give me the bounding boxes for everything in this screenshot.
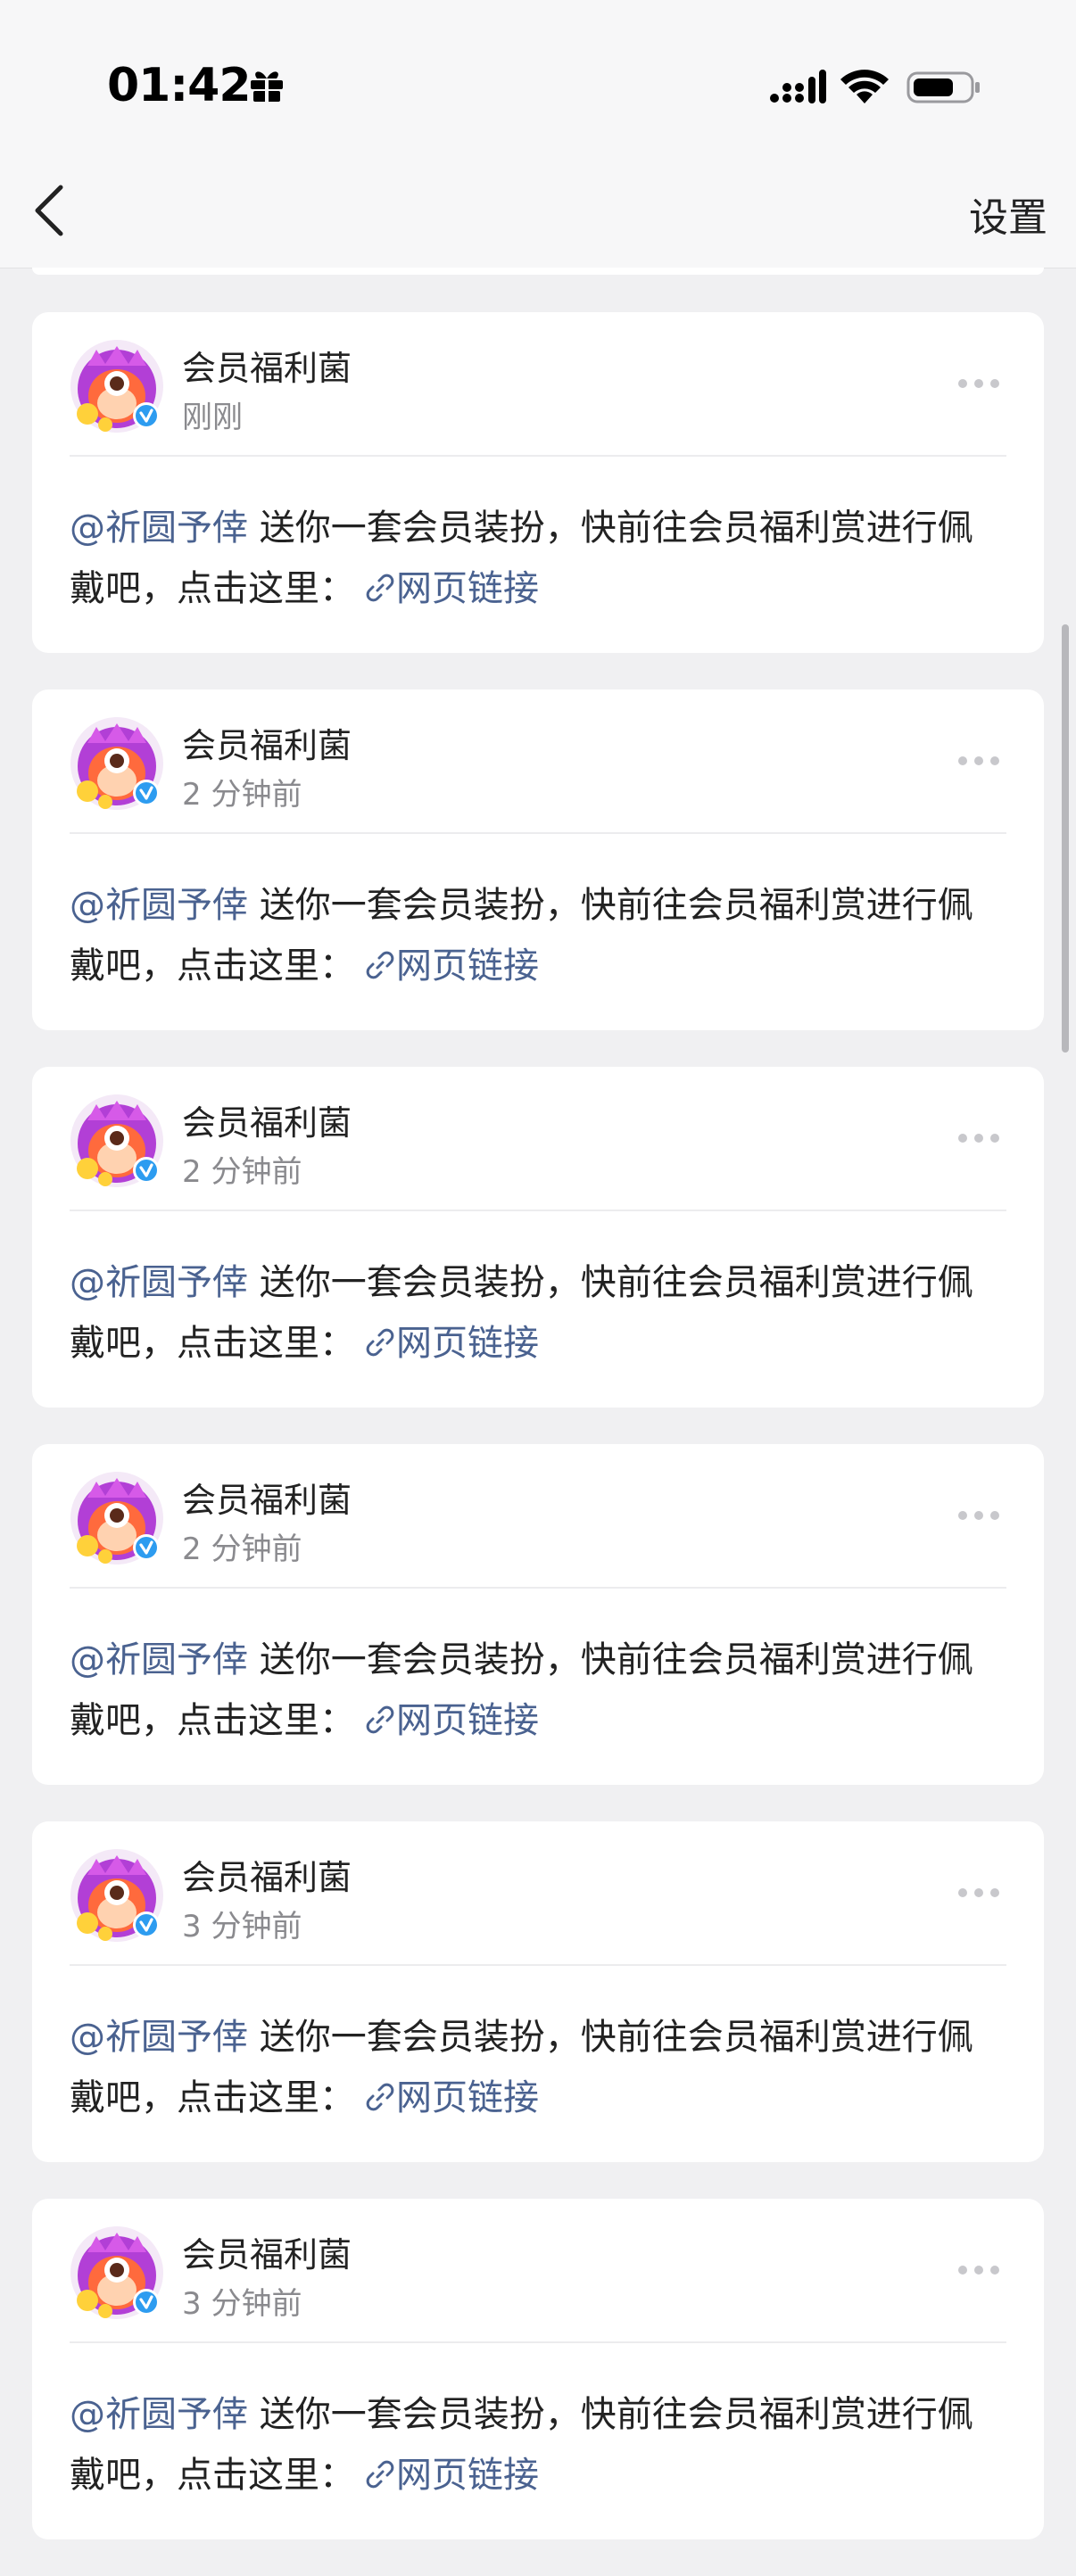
link-icon bbox=[366, 1705, 394, 1734]
verified-badge-icon bbox=[133, 1534, 160, 1561]
web-link[interactable]: 网页链接 bbox=[355, 2455, 539, 2496]
status-time: 01:42 bbox=[107, 59, 252, 112]
avatar[interactable] bbox=[70, 1094, 164, 1188]
web-link[interactable]: 网页链接 bbox=[355, 945, 539, 987]
message-time: 3 分钟前 bbox=[182, 2286, 302, 2322]
sender-name: 会员福利菌 bbox=[182, 1103, 352, 1143]
gift-icon bbox=[251, 71, 283, 103]
link-icon bbox=[366, 574, 394, 602]
message-body: @祈圆予倖 送你一套会员装扮，快前往会员福利赏进行佩戴吧，点击这里： 网页链接 bbox=[70, 2384, 1006, 2506]
sender-name: 会员福利菌 bbox=[182, 726, 352, 765]
message-body: @祈圆予倖 送你一套会员装扮，快前往会员福利赏进行佩戴吧，点击这里： 网页链接 bbox=[70, 875, 1006, 996]
message-card: 会员福利菌 2 分钟前 @祈圆予倖 送你一套会员装扮，快前往会员福利赏进行佩戴吧… bbox=[32, 689, 1044, 1030]
more-options-icon[interactable] bbox=[958, 2261, 1006, 2275]
verified-badge-icon bbox=[133, 780, 160, 806]
message-body: @祈圆予倖 送你一套会员装扮，快前往会员福利赏进行佩戴吧，点击这里： 网页链接 bbox=[70, 1630, 1006, 1751]
chevron-left-icon[interactable] bbox=[29, 184, 68, 237]
avatar[interactable] bbox=[70, 339, 164, 433]
scrollbar[interactable] bbox=[1062, 624, 1069, 1053]
message-card: 会员福利菌 2 分钟前 @祈圆予倖 送你一套会员装扮，快前往会员福利赏进行佩戴吧… bbox=[32, 1067, 1044, 1408]
link-icon bbox=[366, 1328, 394, 1357]
message-time: 2 分钟前 bbox=[182, 1532, 302, 1567]
link-icon bbox=[366, 2460, 394, 2489]
verified-badge-icon bbox=[133, 402, 160, 429]
mention-link[interactable]: @祈圆予倖 bbox=[70, 1262, 248, 1303]
divider bbox=[70, 832, 1006, 834]
message-card: 会员福利菌 3 分钟前 @祈圆予倖 送你一套会员装扮，快前往会员福利赏进行佩戴吧… bbox=[32, 2199, 1044, 2539]
avatar[interactable] bbox=[70, 716, 164, 811]
navigation-bar bbox=[0, 169, 1076, 268]
mention-link[interactable]: @祈圆予倖 bbox=[70, 1639, 248, 1680]
link-icon bbox=[366, 951, 394, 979]
wifi-icon bbox=[840, 70, 889, 103]
divider bbox=[70, 455, 1006, 457]
message-time: 2 分钟前 bbox=[182, 777, 302, 813]
sender-name: 会员福利菌 bbox=[182, 1481, 352, 1520]
settings-button[interactable]: 设置 bbox=[969, 186, 1047, 243]
battery-icon bbox=[906, 71, 980, 103]
message-card: 会员福利菌 刚刚 @祈圆予倖 送你一套会员装扮，快前往会员福利赏进行佩戴吧，点击… bbox=[32, 312, 1044, 653]
more-options-icon[interactable] bbox=[958, 752, 1006, 765]
message-feed[interactable]: 会员福利菌 刚刚 @祈圆予倖 送你一套会员装扮，快前往会员福利赏进行佩戴吧，点击… bbox=[32, 312, 1044, 2576]
sender-name: 会员福利菌 bbox=[182, 2235, 352, 2275]
web-link[interactable]: 网页链接 bbox=[355, 1323, 539, 1364]
message-card: 会员福利菌 3 分钟前 @祈圆予倖 送你一套会员装扮，快前往会员福利赏进行佩戴吧… bbox=[32, 1821, 1044, 2162]
divider bbox=[70, 2341, 1006, 2343]
sender-name: 会员福利菌 bbox=[182, 349, 352, 388]
message-body: @祈圆予倖 送你一套会员装扮，快前往会员福利赏进行佩戴吧，点击这里： 网页链接 bbox=[70, 2007, 1006, 2128]
avatar[interactable] bbox=[70, 1471, 164, 1565]
message-time: 2 分钟前 bbox=[182, 1154, 302, 1190]
avatar[interactable] bbox=[70, 2225, 164, 2320]
divider bbox=[70, 1964, 1006, 1966]
message-body: @祈圆予倖 送你一套会员装扮，快前往会员福利赏进行佩戴吧，点击这里： 网页链接 bbox=[70, 1252, 1006, 1374]
more-options-icon[interactable] bbox=[958, 375, 1006, 388]
verified-badge-icon bbox=[133, 1157, 160, 1184]
sender-name: 会员福利菌 bbox=[182, 1858, 352, 1897]
cellular-signal-icon bbox=[770, 70, 826, 103]
more-options-icon[interactable] bbox=[958, 1129, 1006, 1143]
mention-link[interactable]: @祈圆予倖 bbox=[70, 885, 248, 926]
web-link[interactable]: 网页链接 bbox=[355, 1700, 539, 1741]
message-time: 刚刚 bbox=[182, 400, 243, 435]
avatar[interactable] bbox=[70, 1848, 164, 1943]
verified-badge-icon bbox=[133, 1911, 160, 1938]
verified-badge-icon bbox=[133, 2289, 160, 2316]
more-options-icon[interactable] bbox=[958, 1507, 1006, 1520]
more-options-icon[interactable] bbox=[958, 1884, 1006, 1897]
mention-link[interactable]: @祈圆予倖 bbox=[70, 508, 248, 549]
mention-link[interactable]: @祈圆予倖 bbox=[70, 2394, 248, 2435]
mention-link[interactable]: @祈圆予倖 bbox=[70, 2017, 248, 2058]
message-card: 会员福利菌 2 分钟前 @祈圆予倖 送你一套会员装扮，快前往会员福利赏进行佩戴吧… bbox=[32, 1444, 1044, 1785]
divider bbox=[70, 1587, 1006, 1589]
previous-card-edge bbox=[32, 268, 1044, 275]
divider bbox=[70, 1210, 1006, 1211]
link-icon bbox=[366, 2083, 394, 2111]
message-time: 3 分钟前 bbox=[182, 1909, 302, 1944]
web-link[interactable]: 网页链接 bbox=[355, 2077, 539, 2118]
message-body: @祈圆予倖 送你一套会员装扮，快前往会员福利赏进行佩戴吧，点击这里： 网页链接 bbox=[70, 498, 1006, 619]
web-link[interactable]: 网页链接 bbox=[355, 568, 539, 609]
